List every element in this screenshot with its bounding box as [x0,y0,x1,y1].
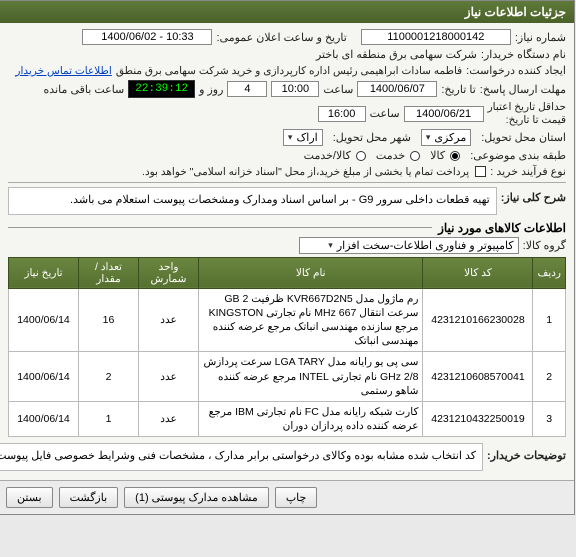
deadline-label: مهلت ارسال پاسخ: [481,83,567,96]
need-no-input[interactable] [362,29,512,45]
cell-name: سی پی یو رایانه مدل LGA TARY سرعت پردازش… [200,352,424,402]
titlebar: جزئیات اطلاعات نیاز [1,1,575,23]
radio-both[interactable]: کالا/خدمت [305,149,367,162]
separator [9,182,567,183]
cell-name: رم ماژول مدل KVR667D2N5 ظرفیت GB 2 سرعت … [200,288,424,352]
content-area: شماره نیاز: تاریخ و ساعت اعلان عمومی: نا… [1,23,575,480]
table-row[interactable]: 14231210166230028رم ماژول مدل KVR667D2N5… [10,288,567,352]
cell-date: 1400/06/14 [10,401,80,436]
footer-bar: بستن بازگشت مشاهده مدارک پیوستی (1) چاپ [1,480,575,514]
chevron-down-icon: ▾ [329,240,334,251]
buyer-notes-box: کد انتخاب شده مشابه بوده وکالای درخواستی… [0,443,484,471]
valid-time-input[interactable] [319,106,367,122]
chevron-down-icon: ▾ [289,132,294,143]
th-unit: واحد شمارش [140,257,200,288]
deadline-time-input[interactable] [272,81,320,97]
radio-service[interactable]: خدمت [377,149,421,162]
time-word-2: ساعت [371,107,401,120]
buyer-org-value: شرکت سهامی برق منطقه ای باختر [317,48,478,61]
chevron-down-icon: ▾ [427,132,432,143]
th-code: کد کالا [424,257,534,288]
city-label: شهر محل تحویل: [334,131,412,144]
group-value: کامپیوتر و فناوری اطلاعات-سخت افزار [338,239,515,252]
cell-unit: عدد [140,352,200,402]
table-row[interactable]: 24231210608570041سی پی یو رایانه مدل LGA… [10,352,567,402]
announce-input[interactable] [83,29,213,45]
cell-code: 4231210608570041 [424,352,534,402]
days-text: روز و [200,83,224,96]
cell-qty: 1 [80,401,140,436]
desc-box: تهیه قطعات داخلی سرور G9 - بر اساس اسناد… [9,187,498,215]
province-select[interactable]: مرکزی ▾ [422,129,472,146]
proc-text: پرداخت تمام یا بخشی از مبلغ خرید،از محل … [143,166,470,178]
buyer-notes-label: توضیحات خریدار: [488,449,567,462]
close-button[interactable]: بستن [7,487,54,508]
days-count-input[interactable] [228,81,268,97]
cell-row: 2 [534,352,567,402]
time-word-1: ساعت [324,83,354,96]
window: جزئیات اطلاعات نیاز شماره نیاز: تاریخ و … [0,0,576,515]
cell-unit: عدد [140,288,200,352]
th-date: تاریخ نیاز [10,257,80,288]
buyer-notes-text: کد انتخاب شده مشابه بوده وکالای درخواستی… [0,450,477,462]
buyer-org-label: نام دستگاه خریدار: [482,48,567,61]
valid-until-label: حداقل تاریخ اعتبار [489,101,567,114]
cell-row: 1 [534,288,567,352]
goods-section-title: اطلاعات کالاهای مورد نیاز [439,221,567,235]
announce-label: تاریخ و ساعت اعلان عمومی: [217,31,347,44]
price-until-label: قیمت تا تاریخ: [489,114,567,127]
deadline-date-input[interactable] [358,81,438,97]
cell-qty: 2 [80,352,140,402]
creator-value: فاطمه سادات ابراهیمی رئیس اداره کارپرداز… [117,65,463,77]
need-no-label: شماره نیاز: [516,31,567,44]
desc-text: تهیه قطعات داخلی سرور G9 - بر اساس اسناد… [71,194,491,206]
cell-code: 4231210432250019 [424,401,534,436]
valid-date-input[interactable] [405,106,485,122]
goods-section-header: اطلاعات کالاهای مورد نیاز [9,221,567,235]
cell-row: 3 [534,401,567,436]
desc-label: شرح کلی نیاز: [502,191,567,204]
cell-date: 1400/06/14 [10,352,80,402]
th-qty: تعداد / مقدار [80,257,140,288]
province-label: استان محل تحویل: [482,131,567,144]
remain-text: ساعت باقی مانده [45,83,126,96]
cell-qty: 16 [80,288,140,352]
th-name: نام کالا [200,257,424,288]
cell-date: 1400/06/14 [10,288,80,352]
back-button[interactable]: بازگشت [60,487,120,508]
cell-unit: عدد [140,401,200,436]
proc-label: نوع فرآیند خرید : [491,165,567,178]
class-label: طبقه بندی موضوعی: [471,149,567,162]
province-value: مرکزی [435,131,467,144]
cell-name: کارت شبکه رایانه مدل FC نام تجارتی IBM م… [200,401,424,436]
proc-checkbox[interactable] [474,166,487,178]
group-label: گروه کالا: [524,239,567,252]
table-row[interactable]: 34231210432250019کارت شبکه رایانه مدل FC… [10,401,567,436]
city-value: اراک [297,131,318,144]
attachments-button[interactable]: مشاهده مدارک پیوستی (1) [125,487,270,508]
cell-code: 4231210166230028 [424,288,534,352]
radio-goods[interactable]: کالا [431,149,461,162]
city-select[interactable]: اراک ▾ [284,129,324,146]
goods-table: ردیف کد کالا نام کالا واحد شمارش تعداد /… [9,257,567,438]
deadline-until: تا تاریخ: [442,83,476,96]
contact-link[interactable]: اطلاعات تماس خریدار [16,65,112,77]
window-title: جزئیات اطلاعات نیاز [466,5,567,19]
countdown-clock: 22:39:12 [129,80,196,98]
print-button[interactable]: چاپ [276,487,319,508]
group-select[interactable]: کامپیوتر و فناوری اطلاعات-سخت افزار ▾ [300,237,520,254]
table-header-row: ردیف کد کالا نام کالا واحد شمارش تعداد /… [10,257,567,288]
creator-label: ایجاد کننده درخواست: [467,64,567,77]
th-row: ردیف [534,257,567,288]
